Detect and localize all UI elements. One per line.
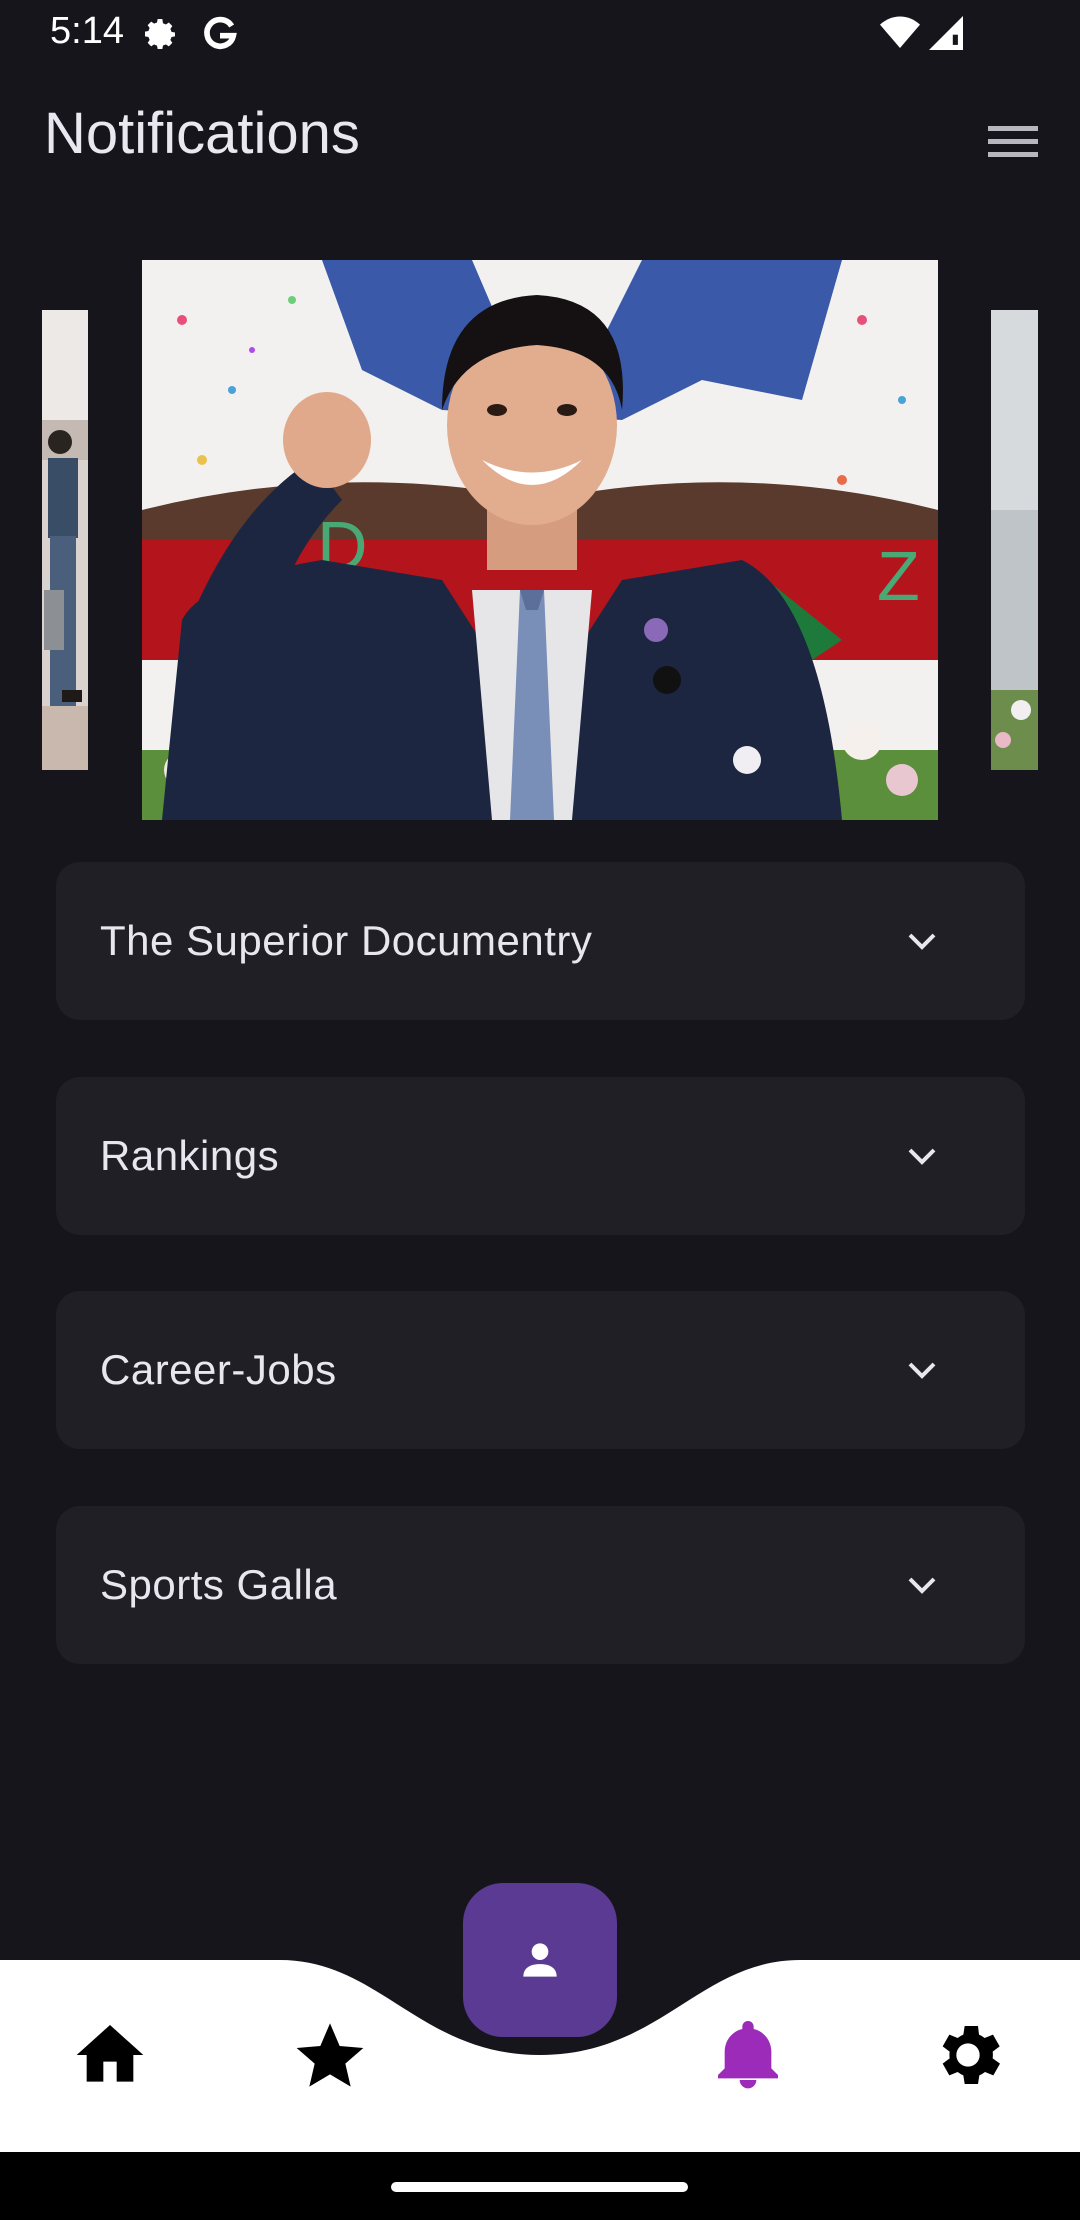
svg-text:Z: Z	[877, 537, 920, 615]
page-title: Notifications	[44, 101, 360, 166]
section-card-documentry[interactable]: The Superior Documentry	[56, 862, 1025, 1020]
profile-fab-button[interactable]	[463, 1883, 617, 2037]
section-title: Rankings	[100, 1132, 280, 1179]
chevron-down-icon[interactable]	[902, 1565, 942, 1605]
star-icon	[296, 2023, 364, 2087]
notifications-screen: 5:14 Notifications D Z The Superior Docu…	[0, 0, 1080, 2220]
settings-gear-icon	[140, 14, 180, 54]
image-carousel[interactable]: D Z	[0, 260, 1080, 822]
bottom-navigation	[0, 1850, 1080, 2152]
section-card-sports-galla[interactable]: Sports Galla	[56, 1506, 1025, 1664]
section-title: Career-Jobs	[100, 1346, 337, 1393]
nav-favorites-button[interactable]	[290, 2015, 370, 2095]
google-g-icon	[200, 12, 240, 56]
home-icon	[76, 2025, 144, 2082]
chevron-down-icon[interactable]	[902, 921, 942, 961]
nav-notifications-button[interactable]	[708, 2015, 788, 2095]
right-partial-photo[interactable]	[991, 310, 1038, 770]
nav-home-button[interactable]	[70, 2015, 150, 2095]
section-card-rankings[interactable]: Rankings	[56, 1077, 1025, 1235]
cell-signal-icon	[928, 16, 964, 50]
status-time: 5:14	[50, 10, 124, 52]
hamburger-menu-icon[interactable]	[980, 118, 1046, 166]
gear-icon	[942, 2026, 1000, 2084]
graduate-celebrating-photo[interactable]: D Z	[142, 260, 938, 820]
person-icon	[523, 1943, 557, 1977]
section-card-career-jobs[interactable]: Career-Jobs	[56, 1291, 1025, 1449]
system-gesture-bar	[0, 2152, 1080, 2220]
nav-settings-button[interactable]	[928, 2015, 1008, 2095]
left-partial-photo[interactable]	[42, 310, 88, 770]
status-bar: 5:14	[0, 0, 1080, 70]
wifi-icon	[880, 16, 920, 50]
section-title: Sports Galla	[100, 1561, 338, 1608]
chevron-down-icon[interactable]	[902, 1136, 942, 1176]
section-title: The Superior Documentry	[100, 917, 593, 964]
chevron-down-icon[interactable]	[902, 1350, 942, 1390]
home-gesture-handle[interactable]	[391, 2182, 688, 2192]
bell-icon	[718, 2021, 778, 2089]
